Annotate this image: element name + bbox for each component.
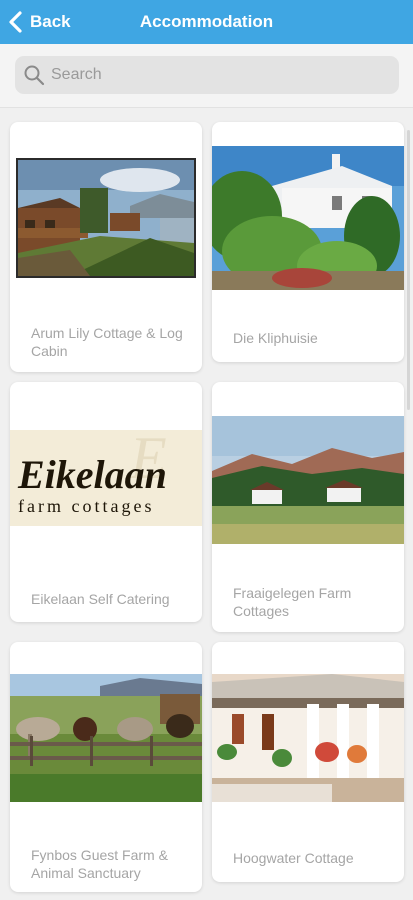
listing-name: Fynbos Guest Farm & Animal Sanctuary (31, 847, 168, 881)
logo-title: Eikelaan (17, 452, 167, 497)
listing-card-hoogwater[interactable]: Hoogwater Cottage (212, 642, 404, 882)
listing-card-fraaigelegen[interactable]: Fraaigelegen Farm Cottages (212, 382, 404, 632)
listing-card-arum-lily[interactable]: Arum Lily Cottage & Log Cabin (10, 122, 202, 372)
scrollbar[interactable] (407, 130, 410, 410)
page-title: Accommodation (139, 12, 274, 31)
listing-name: Hoogwater Cottage (233, 850, 354, 866)
listing-name: Arum Lily Cottage & Log Cabin (31, 325, 183, 359)
listing-name: Fraaigelegen Farm Cottages (233, 585, 352, 619)
logo-subtitle: farm cottages (18, 496, 154, 516)
listing-photo (10, 674, 202, 802)
listing-photo (10, 158, 202, 278)
listing-photo (212, 416, 404, 544)
listing-photo (212, 146, 404, 290)
listing-grid: Arum Lily Cottage & Log Cabin Die Kliphu… (0, 110, 413, 900)
listing-card-die-kliphuisie[interactable]: Die Kliphuisie (212, 122, 404, 362)
listing-name: Die Kliphuisie (233, 330, 318, 346)
search-bar (0, 44, 413, 108)
search-field[interactable] (15, 56, 399, 94)
search-input[interactable] (51, 66, 381, 84)
header-bar: Back Accommodation (0, 0, 413, 44)
listing-card-eikelaan[interactable]: E Eikelaan farm cottages Eikelaan Self C… (10, 382, 202, 622)
listing-photo (212, 674, 404, 802)
listing-card-fynbos[interactable]: Fynbos Guest Farm & Animal Sanctuary (10, 642, 202, 892)
eikelaan-logo: E Eikelaan farm cottages (10, 430, 202, 526)
search-icon (24, 65, 45, 86)
listing-name: Eikelaan Self Catering (31, 591, 170, 607)
